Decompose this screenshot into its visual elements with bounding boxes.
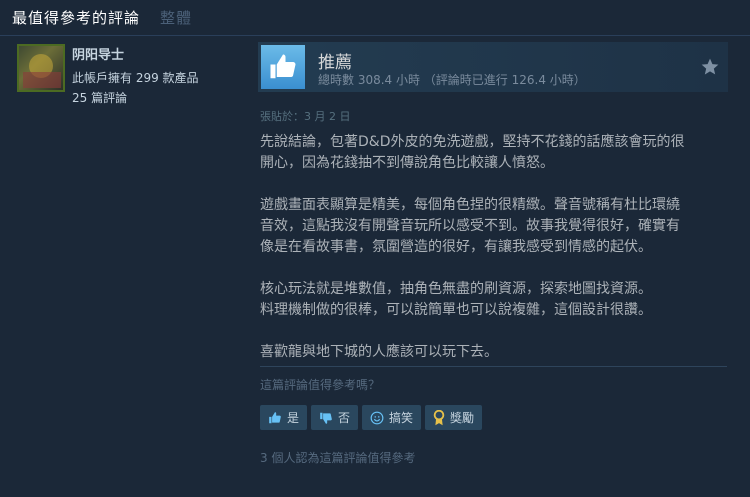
playtime: 總時數 308.4 小時 （評論時已進行 126.4 小時） [318, 73, 586, 87]
vote-funny-button[interactable]: 搞笑 [362, 405, 422, 430]
award-star-icon[interactable] [700, 57, 720, 77]
award-label: 獎勵 [450, 411, 475, 425]
vote-yes-label: 是 [287, 411, 300, 425]
tab-most-helpful[interactable]: 最值得參考的評論 [12, 7, 140, 28]
tab-overall[interactable]: 整體 [160, 7, 192, 28]
helpful-count: 3 個人認為這篇評論值得參考 [260, 451, 416, 465]
smiley-icon [370, 411, 384, 425]
review-header: 推薦 總時數 308.4 小時 （評論時已進行 126.4 小時） [258, 42, 728, 92]
thumbs-up-icon [261, 45, 305, 89]
avatar[interactable] [17, 44, 65, 92]
vote-yes-button[interactable]: 是 [260, 405, 308, 430]
thumbs-up-icon [268, 411, 282, 425]
vote-buttons: 是 否 搞笑 獎勵 [260, 405, 483, 430]
vote-no-button[interactable]: 否 [311, 405, 359, 430]
divider [260, 366, 727, 367]
award-medal-icon [433, 409, 445, 426]
review-filter-tabs: 最值得參考的評論 整體 [0, 0, 750, 36]
vote-funny-label: 搞笑 [389, 411, 414, 425]
posted-date: 張貼於：3 月 2 日 [260, 110, 351, 123]
products-owned[interactable]: 此帳戶擁有 299 款產品 [72, 69, 199, 86]
award-button[interactable]: 獎勵 [425, 405, 483, 430]
helpful-question: 這篇評論值得參考嗎？ [260, 378, 381, 392]
review-verdict: 推薦 [318, 53, 352, 73]
review-count[interactable]: 25 篇評論 [72, 89, 127, 106]
thumbs-down-icon [319, 411, 333, 425]
reviewer-info: 阴阳导士 此帳戶擁有 299 款產品 25 篇評論 [17, 44, 247, 114]
reviewer-name[interactable]: 阴阳导士 [72, 44, 124, 63]
vote-no-label: 否 [338, 411, 351, 425]
review-body: 先說結論，包著D&D外皮的免洗遊戲，堅持不花錢的話應該會玩的很 開心，因為花錢抽… [260, 134, 685, 360]
